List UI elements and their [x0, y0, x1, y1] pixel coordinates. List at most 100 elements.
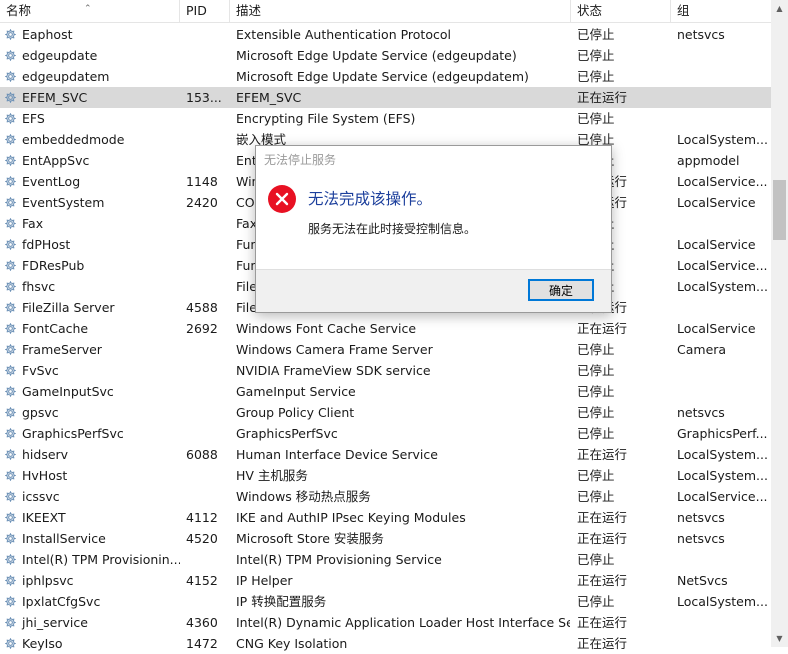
service-name: EntAppSvc: [22, 153, 90, 168]
vertical-scrollbar[interactable]: ▲ ▼: [771, 0, 788, 647]
service-group: [677, 381, 769, 402]
service-gear-icon: [5, 638, 16, 649]
service-description: EFEM_SVC: [236, 90, 302, 105]
service-pid: [186, 465, 232, 486]
column-header-description[interactable]: 描述: [230, 0, 571, 22]
table-row[interactable]: hidserv 6088 Human Interface Device Servic…: [0, 444, 771, 465]
service-group: NetSvcs: [677, 573, 728, 588]
table-row[interactable]: FvSvc NVIDIA FrameView SDK service 已停止: [0, 360, 771, 381]
service-name-cell: FileZilla Server: [4, 297, 180, 318]
dialog-message: 服务无法在此时接受控制信息。: [308, 222, 477, 236]
table-row[interactable]: GraphicsPerfSvc GraphicsPerfSvc 已停止 Graphic…: [0, 423, 771, 444]
service-group: [677, 66, 769, 87]
ok-button[interactable]: 确定: [528, 279, 594, 301]
service-name-cell: GameInputSvc: [4, 381, 180, 402]
service-description: Intel(R) Dynamic Application Loader Host…: [236, 615, 570, 630]
service-status: 正在运行: [577, 321, 628, 336]
table-row[interactable]: Intel(R) TPM Provisionin... Intel(R) TPM …: [0, 549, 771, 570]
dialog-heading: 无法完成该操作。: [308, 190, 433, 208]
column-pid-label: PID: [186, 3, 207, 18]
service-group: [677, 633, 769, 654]
service-group: LocalService...: [677, 489, 768, 504]
service-gear-icon: [5, 512, 16, 523]
service-name-cell: EventLog: [4, 171, 180, 192]
service-description: Microsoft Store 安装服务: [236, 531, 384, 546]
service-gear-icon: [5, 575, 16, 586]
scrollbar-thumb[interactable]: [773, 180, 786, 240]
service-gear-icon: [5, 596, 16, 607]
service-name-cell: embeddedmode: [4, 129, 180, 150]
service-status: 已停止: [577, 426, 615, 441]
service-gear-icon: [5, 449, 16, 460]
service-group: LocalService: [677, 237, 756, 252]
table-row[interactable]: KeyIso 1472 CNG Key Isolation 正在运行: [0, 633, 771, 654]
table-row[interactable]: InstallService 4520 Microsoft Store 安装服务 正在…: [0, 528, 771, 549]
table-row[interactable]: FrameServer Windows Camera Frame Server 已停…: [0, 339, 771, 360]
service-name-cell: Intel(R) TPM Provisionin...: [4, 549, 180, 570]
table-row[interactable]: FontCache 2692 Windows Font Cache Service 正…: [0, 318, 771, 339]
service-gear-icon: [5, 470, 16, 481]
service-status: 已停止: [577, 552, 615, 567]
table-row[interactable]: icssvc Windows 移动热点服务 已停止 LocalService...: [0, 486, 771, 507]
service-name: FileZilla Server: [22, 300, 115, 315]
table-row[interactable]: iphlpsvc 4152 IP Helper 正在运行 NetSvcs: [0, 570, 771, 591]
service-pid: [186, 402, 232, 423]
table-row[interactable]: IKEEXT 4112 IKE and AuthIP IPsec Keying Mo…: [0, 507, 771, 528]
service-status: 已停止: [577, 468, 615, 483]
scroll-down-icon[interactable]: ▼: [771, 630, 788, 647]
service-status: 已停止: [577, 27, 615, 42]
service-name: icssvc: [22, 489, 60, 504]
service-status: 已停止: [577, 384, 615, 399]
service-description: Group Policy Client: [236, 405, 355, 420]
column-header-pid[interactable]: PID: [180, 0, 230, 22]
service-gear-icon: [5, 239, 16, 250]
service-group: netsvcs: [677, 405, 725, 420]
service-name-cell: InstallService: [4, 528, 180, 549]
service-gear-icon: [5, 407, 16, 418]
service-name: gpsvc: [22, 405, 59, 420]
table-header: 名称 ⌃ PID 描述 状态 组: [0, 0, 771, 23]
service-pid: [186, 108, 232, 129]
service-description: IP Helper: [236, 573, 293, 588]
service-gear-icon: [5, 134, 16, 145]
service-group: netsvcs: [677, 510, 725, 525]
scroll-up-icon[interactable]: ▲: [771, 0, 788, 17]
service-description: Extensible Authentication Protocol: [236, 27, 451, 42]
service-name: Intel(R) TPM Provisionin...: [22, 552, 180, 567]
service-group: GraphicsPerf...: [677, 426, 768, 441]
service-name: GameInputSvc: [22, 384, 114, 399]
service-group: LocalSystem...: [677, 132, 768, 147]
service-group: LocalSystem...: [677, 447, 768, 462]
service-pid: 4112: [186, 510, 218, 525]
service-gear-icon: [5, 281, 16, 292]
service-status: 正在运行: [577, 90, 628, 105]
service-name: FDResPub: [22, 258, 85, 273]
table-row[interactable]: EFEM_SVC 153... EFEM_SVC 正在运行: [0, 87, 771, 108]
table-row[interactable]: EFS Encrypting File System (EFS) 已停止: [0, 108, 771, 129]
column-header-name[interactable]: 名称 ⌃: [0, 0, 180, 22]
table-row[interactable]: HvHost HV 主机服务 已停止 LocalSystem...: [0, 465, 771, 486]
service-group: netsvcs: [677, 27, 725, 42]
table-row[interactable]: GameInputSvc GameInput Service 已停止: [0, 381, 771, 402]
service-description: IP 转换配置服务: [236, 594, 327, 609]
service-pid: 1148: [186, 174, 218, 189]
service-status: 正在运行: [577, 636, 628, 651]
service-pid: [186, 360, 232, 381]
table-row[interactable]: Eaphost Extensible Authentication Protoco…: [0, 24, 771, 45]
table-row[interactable]: edgeupdatem Microsoft Edge Update Service…: [0, 66, 771, 87]
table-row[interactable]: gpsvc Group Policy Client 已停止 netsvcs: [0, 402, 771, 423]
service-pid: [186, 276, 232, 297]
service-description: CNG Key Isolation: [236, 636, 348, 651]
table-row[interactable]: IpxlatCfgSvc IP 转换配置服务 已停止 LocalSystem...: [0, 591, 771, 612]
service-pid: [186, 129, 232, 150]
service-group: LocalSystem...: [677, 594, 768, 609]
service-name: hidserv: [22, 447, 69, 462]
column-header-group[interactable]: 组: [671, 0, 771, 22]
service-name-cell: fhsvc: [4, 276, 180, 297]
column-header-status[interactable]: 状态: [571, 0, 671, 22]
service-pid: [186, 213, 232, 234]
sort-ascending-icon: ⌃: [84, 4, 92, 14]
service-name: FvSvc: [22, 363, 59, 378]
table-row[interactable]: jhi_service 4360 Intel(R) Dynamic Applicat…: [0, 612, 771, 633]
table-row[interactable]: edgeupdate Microsoft Edge Update Service …: [0, 45, 771, 66]
